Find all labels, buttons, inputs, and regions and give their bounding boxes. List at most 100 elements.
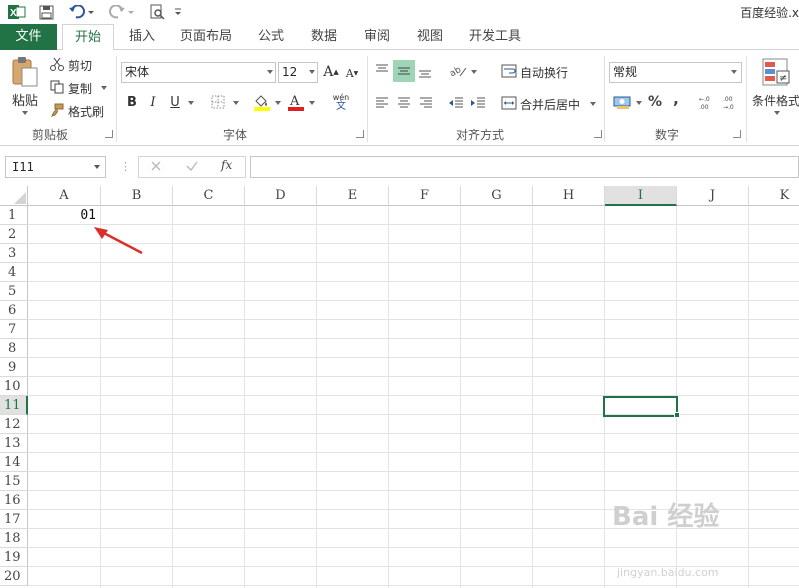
row-header-7[interactable]: 7 bbox=[0, 320, 28, 339]
copy-dropdown-icon[interactable] bbox=[101, 86, 107, 90]
wrap-text-icon[interactable] bbox=[500, 62, 518, 80]
column-header-a[interactable]: A bbox=[28, 186, 101, 206]
font-name-select[interactable]: 宋体 bbox=[121, 62, 276, 83]
tab-data[interactable]: 数据 bbox=[302, 24, 346, 50]
column-header-k[interactable]: K bbox=[749, 186, 799, 206]
align-bottom-icon[interactable] bbox=[416, 62, 434, 82]
cut-icon[interactable] bbox=[49, 56, 65, 72]
italic-button[interactable]: I bbox=[146, 93, 160, 111]
redo-icon[interactable] bbox=[106, 3, 136, 21]
tab-page-layout[interactable]: 页面布局 bbox=[172, 24, 240, 50]
enter-icon[interactable] bbox=[185, 159, 201, 175]
row-header-15[interactable]: 15 bbox=[0, 472, 28, 491]
accounting-dropdown-icon[interactable] bbox=[636, 101, 642, 105]
select-all-corner[interactable] bbox=[0, 186, 28, 206]
row-header-3[interactable]: 3 bbox=[0, 244, 28, 263]
clipboard-launcher-icon[interactable] bbox=[105, 130, 113, 138]
active-cell-i11[interactable] bbox=[603, 396, 678, 417]
paste-dropdown-icon[interactable] bbox=[22, 111, 28, 115]
copy-icon[interactable] bbox=[49, 79, 65, 95]
row-header-19[interactable]: 19 bbox=[0, 548, 28, 567]
tab-file[interactable]: 文件 bbox=[0, 24, 57, 50]
percent-style-button[interactable]: % bbox=[646, 93, 664, 111]
row-header-8[interactable]: 8 bbox=[0, 339, 28, 358]
print-preview-icon[interactable] bbox=[147, 3, 167, 21]
font-color-dropdown-icon[interactable] bbox=[309, 101, 315, 105]
merge-center-icon[interactable] bbox=[500, 94, 518, 112]
increase-indent-icon[interactable] bbox=[469, 94, 487, 112]
merge-center-dropdown-icon[interactable] bbox=[590, 102, 596, 106]
tab-view[interactable]: 视图 bbox=[408, 24, 452, 50]
name-box[interactable]: I11 bbox=[5, 156, 106, 178]
row-header-6[interactable]: 6 bbox=[0, 301, 28, 320]
row-header-14[interactable]: 14 bbox=[0, 453, 28, 472]
paste-button[interactable]: 粘贴 bbox=[12, 90, 38, 109]
border-dropdown-icon[interactable] bbox=[233, 101, 239, 105]
row-header-1[interactable]: 1 bbox=[0, 206, 28, 225]
phonetic-guide-icon[interactable]: wén 文 bbox=[330, 90, 352, 114]
name-box-dropdown-icon[interactable] bbox=[94, 165, 100, 169]
align-top-icon[interactable] bbox=[373, 60, 391, 80]
shrink-font-icon[interactable]: A ▼ bbox=[344, 64, 360, 82]
tab-formulas[interactable]: 公式 bbox=[250, 24, 292, 50]
row-header-17[interactable]: 17 bbox=[0, 510, 28, 529]
customize-toolbar-icon[interactable] bbox=[172, 3, 184, 21]
spreadsheet-grid[interactable]: A B C D E F G H I J K 1 2 3 4 5 6 7 8 9 … bbox=[0, 186, 799, 588]
font-launcher-icon[interactable] bbox=[356, 130, 364, 138]
paste-icon[interactable] bbox=[8, 56, 42, 88]
font-name-dropdown-icon[interactable] bbox=[267, 70, 273, 74]
copy-button[interactable]: 复制 bbox=[68, 80, 92, 97]
column-header-f[interactable]: F bbox=[389, 186, 461, 206]
grow-font-icon[interactable]: A ▲ bbox=[322, 62, 340, 82]
column-header-d[interactable]: D bbox=[245, 186, 317, 206]
align-center-icon[interactable] bbox=[395, 94, 413, 112]
alignment-launcher-icon[interactable] bbox=[594, 130, 602, 138]
row-header-13[interactable]: 13 bbox=[0, 434, 28, 453]
column-header-c[interactable]: C bbox=[173, 186, 245, 206]
row-header-20[interactable]: 20 bbox=[0, 567, 28, 586]
font-size-dropdown-icon[interactable] bbox=[309, 70, 315, 74]
number-launcher-icon[interactable] bbox=[733, 130, 741, 138]
tab-insert[interactable]: 插入 bbox=[120, 24, 164, 50]
align-middle-icon[interactable] bbox=[393, 60, 415, 82]
border-icon[interactable] bbox=[210, 94, 226, 110]
row-header-4[interactable]: 4 bbox=[0, 263, 28, 282]
row-header-18[interactable]: 18 bbox=[0, 529, 28, 548]
row-header-12[interactable]: 12 bbox=[0, 415, 28, 434]
column-header-g[interactable]: G bbox=[461, 186, 533, 206]
row-header-16[interactable]: 16 bbox=[0, 491, 28, 510]
cell-a1[interactable]: 01 bbox=[28, 206, 100, 225]
format-painter-button[interactable]: 格式刷 bbox=[68, 103, 104, 120]
increase-decimal-icon[interactable]: ←.0.00 bbox=[696, 92, 716, 112]
column-header-i[interactable]: I bbox=[605, 186, 677, 206]
conditional-formatting-button[interactable]: 条件格式 bbox=[752, 92, 799, 109]
fill-color-icon[interactable] bbox=[252, 92, 272, 112]
column-header-j[interactable]: J bbox=[677, 186, 749, 206]
column-header-h[interactable]: H bbox=[533, 186, 605, 206]
tab-home[interactable]: 开始 bbox=[62, 24, 114, 51]
conditional-formatting-dropdown-icon[interactable] bbox=[774, 111, 780, 115]
orientation-icon[interactable]: ab bbox=[449, 62, 469, 80]
fill-color-dropdown-icon[interactable] bbox=[275, 101, 281, 105]
tab-developer[interactable]: 开发工具 bbox=[462, 24, 528, 50]
number-format-select[interactable]: 常规 bbox=[609, 62, 742, 83]
save-icon[interactable] bbox=[36, 3, 56, 21]
number-format-dropdown-icon[interactable] bbox=[731, 70, 737, 74]
orientation-dropdown-icon[interactable] bbox=[471, 70, 477, 74]
conditional-formatting-icon[interactable]: ≠ bbox=[760, 56, 792, 88]
underline-dropdown-icon[interactable] bbox=[188, 101, 194, 105]
row-header-10[interactable]: 10 bbox=[0, 377, 28, 396]
column-header-b[interactable]: B bbox=[101, 186, 173, 206]
row-header-5[interactable]: 5 bbox=[0, 282, 28, 301]
format-painter-icon[interactable] bbox=[49, 102, 65, 118]
accounting-format-icon[interactable] bbox=[612, 92, 634, 112]
cancel-icon[interactable] bbox=[149, 159, 165, 175]
insert-function-button[interactable]: fx bbox=[221, 158, 241, 176]
wrap-text-button[interactable]: 自动换行 bbox=[520, 64, 568, 81]
formula-input[interactable] bbox=[250, 156, 799, 178]
cut-button[interactable]: 剪切 bbox=[68, 57, 92, 74]
decrease-indent-icon[interactable] bbox=[447, 94, 465, 112]
row-header-9[interactable]: 9 bbox=[0, 358, 28, 377]
undo-icon[interactable] bbox=[66, 3, 96, 21]
merge-center-button[interactable]: 合并后居中 bbox=[520, 96, 580, 113]
